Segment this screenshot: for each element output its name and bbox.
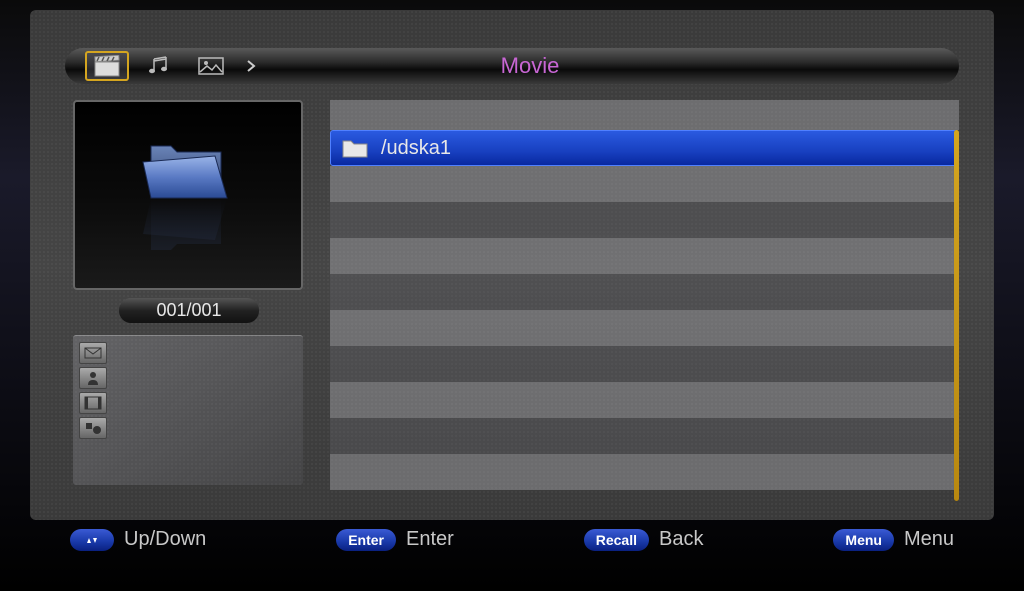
list-row xyxy=(330,346,959,382)
tab-music[interactable] xyxy=(137,51,181,81)
content-area: 001/001 xyxy=(65,100,959,501)
tab-more[interactable] xyxy=(241,51,261,81)
folder-icon xyxy=(341,137,369,159)
film-icon xyxy=(84,396,102,410)
menu-label: Menu xyxy=(904,528,954,551)
list-row xyxy=(330,274,959,310)
list-item-label: /udska1 xyxy=(381,137,451,160)
updown-label: Up/Down xyxy=(124,528,206,551)
page-title: Movie xyxy=(261,53,799,79)
left-panel: 001/001 xyxy=(65,100,305,501)
filter-panel xyxy=(73,335,303,485)
list-row xyxy=(330,238,959,274)
list-row xyxy=(330,382,959,418)
bottom-hint-bar: Up/Down Enter Enter Recall Back Menu Men… xyxy=(70,528,954,551)
list-row xyxy=(330,202,959,238)
enter-pill: Enter xyxy=(336,529,396,551)
envelope-icon xyxy=(84,347,102,359)
back-label: Back xyxy=(659,528,703,551)
list-row xyxy=(330,310,959,346)
list-row xyxy=(330,418,959,454)
recall-pill: Recall xyxy=(584,529,649,551)
filter-envelope[interactable] xyxy=(79,342,107,364)
tab-photo[interactable] xyxy=(189,51,233,81)
clapperboard-icon xyxy=(93,55,121,77)
scroll-thumb[interactable] xyxy=(954,130,959,501)
person-icon xyxy=(85,370,101,386)
updown-pill xyxy=(70,529,114,551)
media-tabs xyxy=(85,51,261,81)
chevron-right-icon xyxy=(246,59,256,73)
list-row xyxy=(330,454,959,490)
list-row xyxy=(330,166,959,202)
scrollbar[interactable] xyxy=(954,130,959,501)
list-item-selected[interactable]: /udska1 xyxy=(330,130,959,166)
updown-icon xyxy=(82,534,102,546)
shapes-icon xyxy=(84,421,102,435)
enter-label: Enter xyxy=(406,528,454,551)
filter-person[interactable] xyxy=(79,367,107,389)
photo-icon xyxy=(197,55,225,77)
page-counter: 001/001 xyxy=(119,298,259,323)
menu-pill: Menu xyxy=(833,529,894,551)
filter-shapes[interactable] xyxy=(79,417,107,439)
filter-film[interactable] xyxy=(79,392,107,414)
file-list: /udska1 xyxy=(330,100,959,501)
music-note-icon xyxy=(146,55,172,77)
folder-preview-icon xyxy=(123,128,253,263)
header-bar: Movie xyxy=(65,48,959,84)
preview-box xyxy=(73,100,303,290)
list-row xyxy=(330,100,959,130)
tab-movie[interactable] xyxy=(85,51,129,81)
